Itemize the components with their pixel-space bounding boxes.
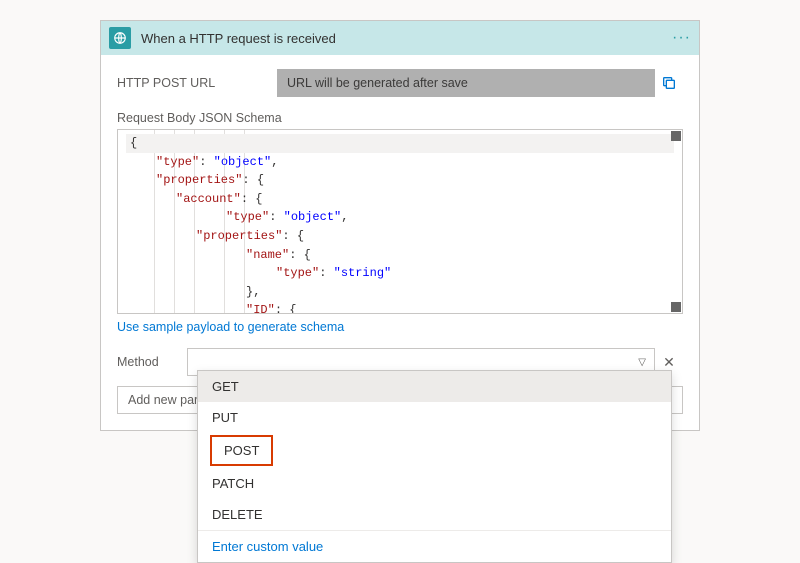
http-icon <box>109 27 131 49</box>
post-url-row: HTTP POST URL URL will be generated afte… <box>117 69 683 97</box>
schema-editor[interactable]: { "type": "object", "properties": { "acc… <box>117 129 683 314</box>
enter-custom-value-link[interactable]: Enter custom value <box>198 531 671 562</box>
schema-label: Request Body JSON Schema <box>117 111 683 125</box>
method-option-delete[interactable]: DELETE <box>198 499 671 530</box>
card-title: When a HTTP request is received <box>141 31 672 46</box>
card-header[interactable]: When a HTTP request is received ··· <box>101 21 699 55</box>
scrollbar-thumb-icon[interactable] <box>671 131 681 141</box>
chevron-down-icon: ▽ <box>638 357 646 368</box>
post-url-field: URL will be generated after save <box>277 69 655 97</box>
method-dropdown-menu: GET PUT POST PATCH DELETE Enter custom v… <box>197 370 672 563</box>
method-option-put[interactable]: PUT <box>198 402 671 433</box>
more-menu-button[interactable]: ··· <box>672 29 691 47</box>
method-label: Method <box>117 355 187 369</box>
post-url-label: HTTP POST URL <box>117 76 277 90</box>
method-option-get[interactable]: GET <box>198 371 671 402</box>
method-option-post[interactable]: POST <box>210 435 273 466</box>
method-option-patch[interactable]: PATCH <box>198 468 671 499</box>
use-sample-payload-link[interactable]: Use sample payload to generate schema <box>117 320 344 334</box>
clear-method-button[interactable]: ✕ <box>655 354 683 371</box>
scrollbar-thumb-icon[interactable] <box>671 302 681 312</box>
copy-url-button[interactable] <box>655 75 683 91</box>
